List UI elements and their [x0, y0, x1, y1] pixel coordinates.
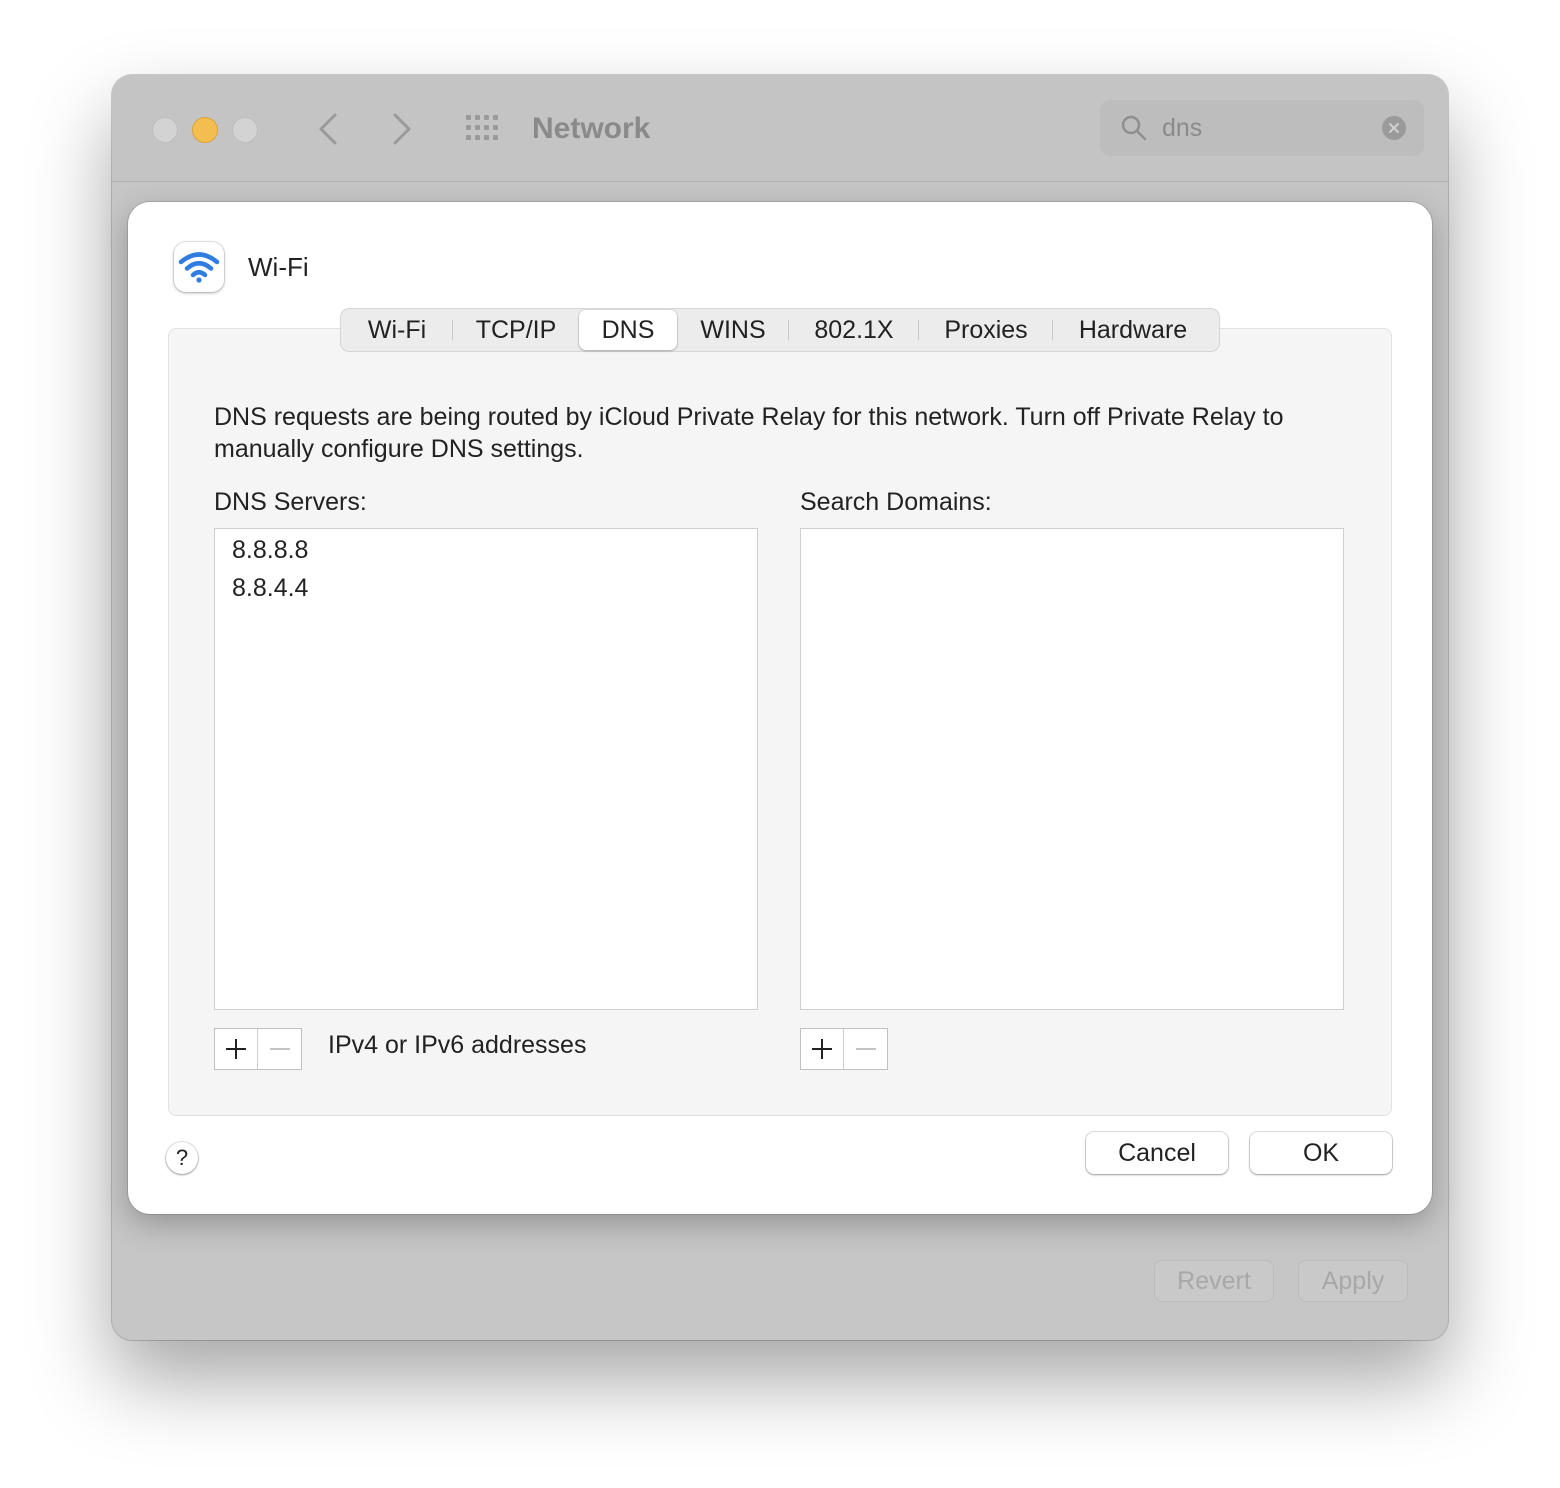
tab-8021x[interactable]: 802.1X — [789, 310, 919, 350]
wifi-service-icon — [174, 242, 224, 292]
zoom-window-button[interactable] — [232, 117, 258, 143]
dns-servers-list[interactable]: 8.8.8.8 8.8.4.4 — [214, 528, 758, 1010]
chevron-right-icon — [393, 113, 411, 145]
minimize-window-button[interactable] — [192, 117, 218, 143]
close-window-button[interactable] — [152, 117, 178, 143]
dns-panel: DNS requests are being routed by iCloud … — [168, 328, 1392, 1116]
wifi-icon — [178, 252, 220, 283]
apply-button[interactable]: Apply — [1298, 1260, 1408, 1302]
revert-button[interactable]: Revert — [1154, 1260, 1274, 1302]
add-dns-server-button[interactable] — [215, 1029, 259, 1069]
minus-icon — [269, 1048, 290, 1050]
private-relay-message: DNS requests are being routed by iCloud … — [214, 403, 1284, 463]
plus-icon — [812, 1039, 832, 1059]
tab-tcpip[interactable]: TCP/IP — [453, 310, 579, 350]
search-domains-list[interactable] — [800, 528, 1344, 1010]
service-name: Wi-Fi — [248, 252, 309, 282]
settings-tabs: Wi-Fi TCP/IP DNS WINS 802.1X Proxies Har… — [340, 308, 1220, 352]
dns-settings-sheet: Wi-Fi DNS requests are being routed by i… — [128, 202, 1432, 1214]
remove-search-domain-button[interactable] — [844, 1029, 887, 1069]
search-domains-label: Search Domains: — [800, 488, 992, 516]
list-item[interactable]: 8.8.4.4 — [215, 569, 757, 607]
tab-proxies[interactable]: Proxies — [919, 310, 1053, 350]
add-search-domain-button[interactable] — [801, 1029, 845, 1069]
dns-servers-add-remove — [214, 1028, 302, 1070]
dns-servers-label: DNS Servers: — [214, 488, 367, 516]
forward-button[interactable] — [382, 109, 422, 149]
list-item[interactable]: 8.8.8.8 — [215, 531, 757, 569]
remove-dns-server-button[interactable] — [258, 1029, 301, 1069]
minus-icon — [855, 1048, 876, 1050]
tab-wifi[interactable]: Wi-Fi — [341, 310, 453, 350]
search-domains-add-remove — [800, 1028, 888, 1070]
help-button[interactable]: ? — [166, 1142, 198, 1174]
search-icon — [1121, 115, 1147, 141]
search-input[interactable]: dns — [1162, 112, 1202, 144]
clear-icon — [1389, 123, 1399, 133]
grid-icon — [466, 115, 498, 140]
back-button[interactable] — [308, 109, 348, 149]
clear-search-button[interactable] — [1382, 116, 1406, 140]
toolbar: Network dns — [112, 75, 1448, 182]
tab-dns[interactable]: DNS — [579, 310, 677, 350]
window-title: Network — [532, 112, 651, 145]
chevron-left-icon — [319, 113, 337, 145]
tab-hardware[interactable]: Hardware — [1053, 310, 1213, 350]
tab-wins[interactable]: WINS — [677, 310, 789, 350]
cancel-button[interactable]: Cancel — [1086, 1132, 1228, 1174]
search-field[interactable]: dns — [1100, 100, 1424, 156]
show-all-button[interactable] — [464, 111, 504, 147]
dns-servers-hint: IPv4 or IPv6 addresses — [328, 1031, 587, 1059]
plus-icon — [226, 1039, 246, 1059]
ok-button[interactable]: OK — [1250, 1132, 1392, 1174]
